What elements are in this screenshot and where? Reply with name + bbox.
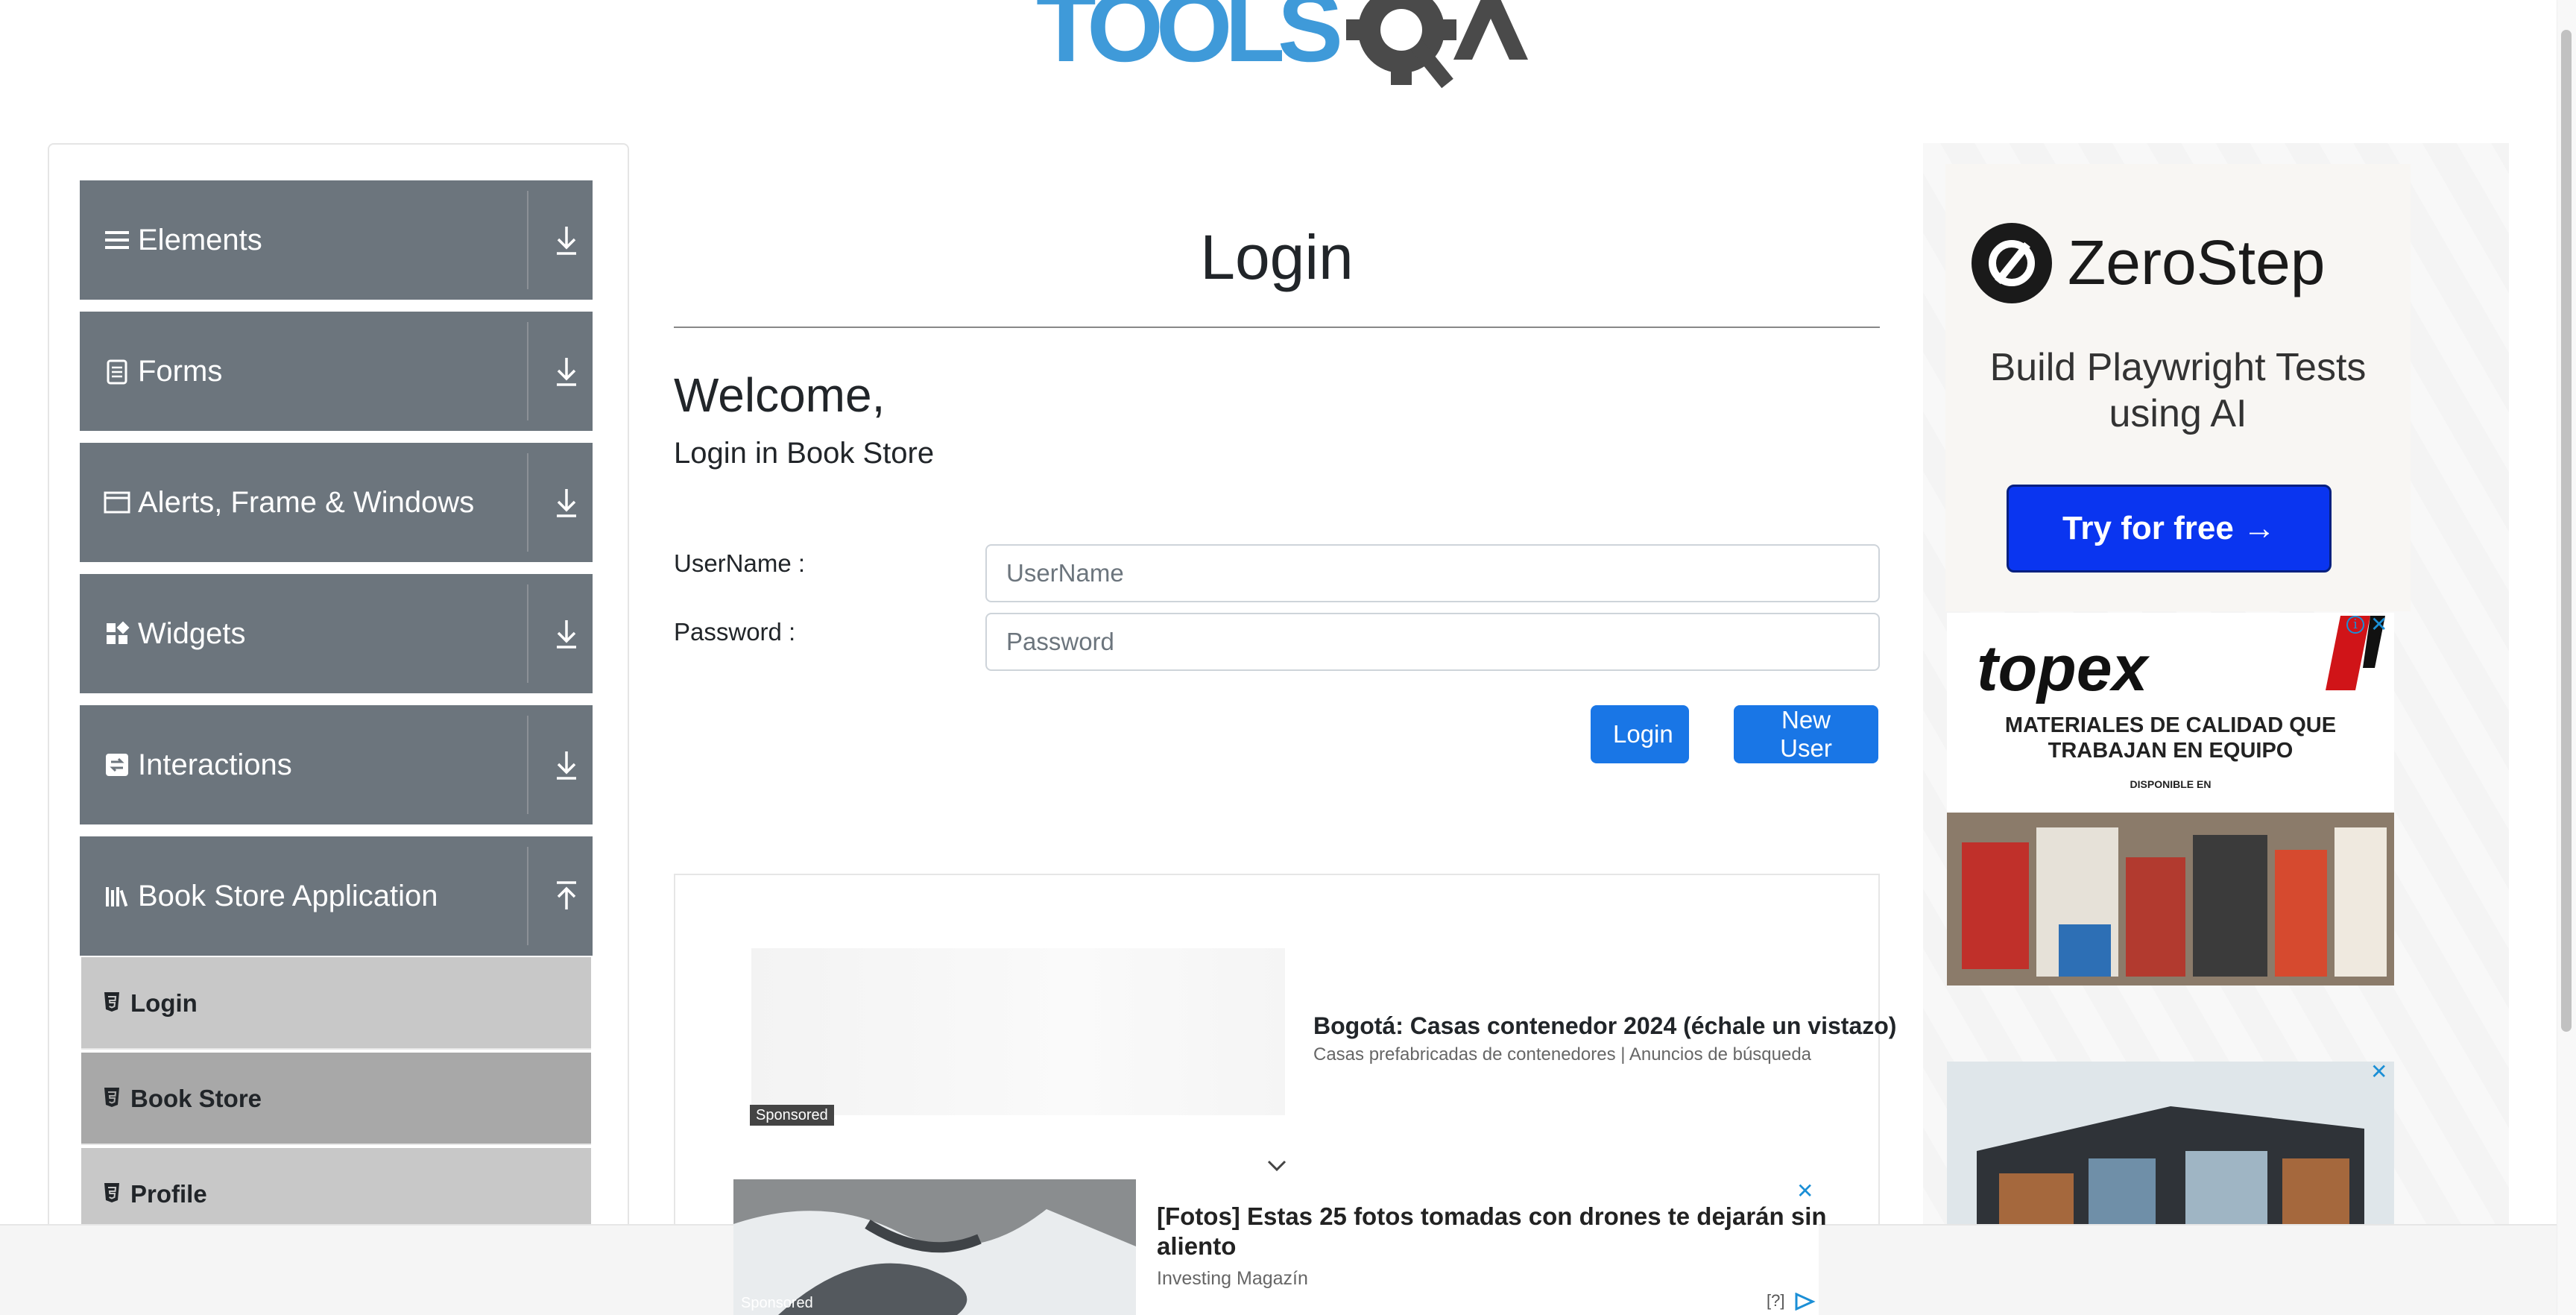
topex-availability: DISPONIBLE EN [2130, 778, 2212, 790]
sidebar-item-login[interactable]: Login [81, 957, 591, 1050]
window-icon [104, 491, 130, 514]
sidebar-item-label: Login [130, 989, 198, 1017]
sponsored-label: Sponsored [750, 1105, 834, 1126]
login-button[interactable]: Login [1591, 705, 1689, 763]
toolsqa-logo[interactable]: TOOLS [1036, 0, 1528, 93]
ad-help-link[interactable]: [?] [1767, 1291, 1784, 1311]
download-icon[interactable] [540, 607, 593, 660]
download-icon[interactable] [540, 213, 593, 267]
menu-separator [527, 847, 528, 945]
adchoices-icon[interactable] [1793, 1293, 1817, 1311]
html5-icon [104, 1183, 119, 1202]
sponsored-label: Sponsored [741, 1295, 813, 1311]
books-icon [106, 887, 128, 907]
toolsqa-logo-graphic: TOOLS [1036, 0, 1528, 89]
menu-separator [527, 584, 528, 683]
ad-headline[interactable]: Bogotá: Casas contenedor 2024 (échale un… [1313, 1009, 1896, 1042]
menu-group-label: Book Store Application [138, 880, 438, 912]
form-icon [107, 359, 127, 385]
password-input[interactable] [985, 613, 1880, 671]
topex-logo: topex [1977, 633, 2148, 704]
banner-headline[interactable]: [Fotos] Estas 25 fotos tomadas con drone… [1157, 1202, 1828, 1261]
sidebar-item-label: Book Store [130, 1085, 262, 1112]
menu-group-book-store-application[interactable]: Book Store Application [80, 836, 593, 956]
menu-group-elements[interactable]: Elements [80, 180, 593, 300]
username-input[interactable] [985, 544, 1880, 602]
menu-separator [527, 322, 528, 420]
login-subtitle: Login in Book Store [674, 437, 935, 470]
widgets-icon [107, 621, 130, 644]
menu-separator [527, 716, 528, 814]
chevron-down-icon[interactable] [1264, 1152, 1289, 1178]
html5-icon [104, 992, 119, 1012]
try-for-free-button[interactable]: Try for free → [2007, 485, 2332, 573]
sidebar-item-book-store[interactable]: Book Store [81, 1053, 591, 1145]
html5-icon [104, 1088, 119, 1107]
download-icon[interactable] [540, 476, 593, 529]
menu-separator [527, 191, 528, 289]
close-icon[interactable]: ✕ [1796, 1181, 1813, 1202]
welcome-heading: Welcome, [674, 368, 886, 422]
zerostep-name: ZeroStep [2068, 227, 2326, 297]
svg-text:TOOLS: TOOLS [1036, 0, 1340, 82]
menu-group-forms[interactable]: Forms [80, 312, 593, 431]
ad-info-icon[interactable]: i [2346, 616, 2364, 634]
topex-products-image [1947, 813, 2394, 986]
topex-headline: MATERIALES DE CALIDAD QUE TRABAJAN EN EQ… [2004, 713, 2337, 763]
menu-group-label: Forms [138, 355, 223, 388]
zerostep-logo-icon [1972, 223, 2052, 303]
new-user-button[interactable]: New User [1734, 705, 1878, 763]
upload-icon[interactable] [540, 869, 593, 923]
ad-image[interactable] [751, 948, 1285, 1115]
download-icon[interactable] [540, 344, 593, 398]
menu-group-alerts-frame-windows[interactable]: Alerts, Frame & Windows [80, 443, 593, 562]
menu-group-widgets[interactable]: Widgets [80, 574, 593, 693]
menu-separator [527, 453, 528, 552]
page-title: Login [1200, 222, 1354, 292]
download-icon[interactable] [540, 738, 593, 792]
hamburger-icon [105, 231, 129, 249]
password-label: Password : [674, 618, 796, 646]
scrollbar-thumb[interactable] [2561, 30, 2572, 1032]
menu-group-label: Interactions [138, 748, 292, 781]
banner-source: Investing Magazín [1157, 1268, 1308, 1289]
username-label: UserName : [674, 549, 806, 577]
title-divider [674, 327, 1880, 328]
interactions-icon [106, 754, 128, 776]
menu-group-label: Alerts, Frame & Windows [138, 486, 475, 519]
ad-source: Casas prefabricadas de contenedores | An… [1313, 1044, 1812, 1065]
menu-group-interactions[interactable]: Interactions [80, 705, 593, 824]
close-icon[interactable]: ✕ [2370, 614, 2387, 635]
sidebar-item-label: Profile [130, 1180, 207, 1208]
menu-group-label: Elements [138, 224, 262, 256]
zerostep-tagline: Build Playwright Tests using AI [1989, 346, 2367, 435]
menu-group-label: Widgets [138, 617, 246, 650]
close-icon[interactable]: ✕ [2370, 1062, 2387, 1082]
